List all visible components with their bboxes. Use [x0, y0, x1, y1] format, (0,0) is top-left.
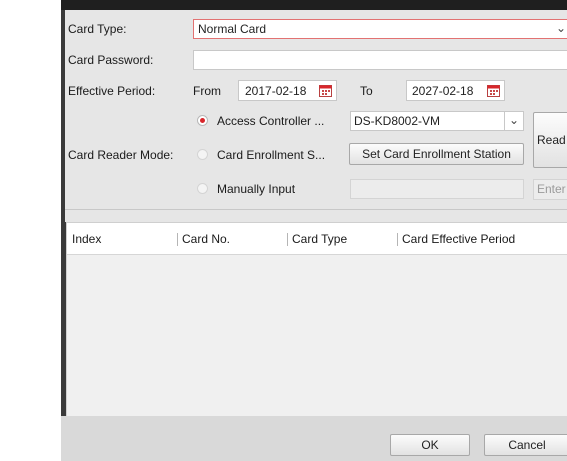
from-label: From	[193, 84, 221, 98]
device-select[interactable]: DS-KD8002-VM ⌄	[350, 111, 524, 131]
from-date-value: 2017-02-18	[245, 84, 307, 98]
cancel-button[interactable]: Cancel	[484, 434, 567, 456]
card-password-label: Card Password:	[68, 53, 154, 67]
effective-period-label: Effective Period:	[68, 84, 156, 98]
dropdown-divider	[504, 112, 505, 130]
chevron-down-icon: ⌄	[556, 21, 567, 35]
from-date-field[interactable]: 2017-02-18	[238, 80, 337, 101]
read-button[interactable]: Read	[533, 112, 567, 168]
dialog-title-bar	[61, 0, 567, 10]
mode-access-controller-label: Access Controller ...	[217, 114, 325, 128]
card-type-label: Card Type:	[68, 22, 127, 36]
card-table: Index Card No. Card Type Card Effective …	[66, 222, 567, 416]
mode-card-enrollment-label: Card Enrollment S...	[217, 148, 326, 162]
chevron-down-icon: ⌄	[509, 113, 520, 127]
manual-card-input[interactable]	[350, 179, 524, 199]
column-divider	[397, 233, 398, 246]
column-header-effective-period[interactable]: Card Effective Period	[402, 232, 515, 246]
card-type-value: Normal Card	[198, 22, 267, 36]
device-value: DS-KD8002-VM	[354, 114, 441, 128]
to-date-value: 2027-02-18	[412, 84, 474, 98]
calendar-icon[interactable]	[319, 84, 332, 97]
to-label: To	[360, 84, 373, 98]
card-type-select[interactable]: Normal Card ⌄	[193, 19, 567, 39]
column-header-card-type[interactable]: Card Type	[292, 232, 347, 246]
table-top-spacer	[65, 210, 567, 222]
radio-access-controller[interactable]	[197, 115, 208, 126]
set-card-enrollment-station-button[interactable]: Set Card Enrollment Station	[349, 143, 524, 165]
radio-card-enrollment[interactable]	[197, 149, 208, 160]
to-date-field[interactable]: 2027-02-18	[406, 80, 505, 101]
column-header-card-no[interactable]: Card No.	[182, 232, 230, 246]
ok-button[interactable]: OK	[390, 434, 470, 456]
mode-manual-label: Manually Input	[217, 182, 296, 196]
radio-selected-dot	[200, 118, 205, 123]
calendar-icon[interactable]	[487, 84, 500, 97]
card-table-header: Index Card No. Card Type Card Effective …	[67, 223, 567, 255]
column-header-index[interactable]: Index	[72, 232, 101, 246]
column-divider	[177, 233, 178, 246]
column-divider	[287, 233, 288, 246]
card-reader-mode-label: Card Reader Mode:	[68, 148, 174, 162]
card-password-input[interactable]	[193, 50, 567, 70]
enter-button[interactable]: Enter	[533, 179, 567, 200]
dialog-footer: OK Cancel	[61, 416, 567, 461]
radio-manually-input[interactable]	[197, 183, 208, 194]
